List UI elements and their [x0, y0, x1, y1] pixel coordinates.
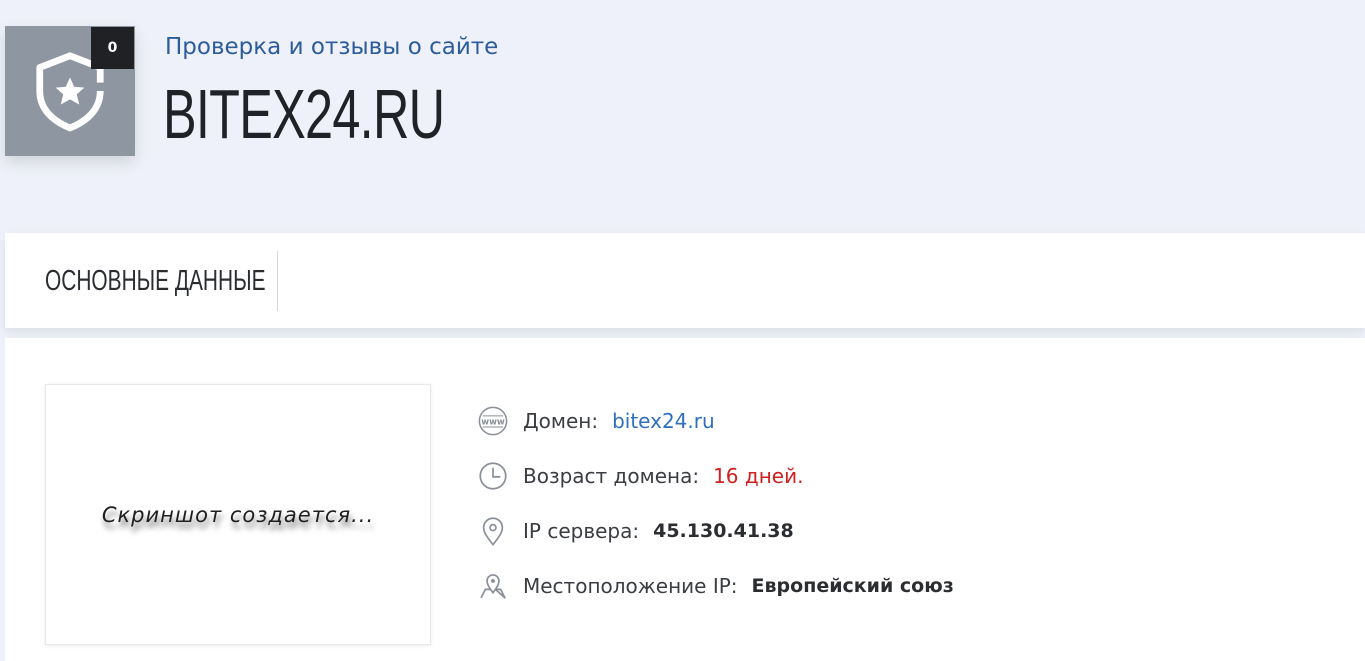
info-row-domain: www Домен: bitex24.ru [475, 393, 954, 448]
server-ip-value: 45.130.41.38 [653, 519, 794, 542]
domain-age-value: 16 дней. [713, 463, 804, 488]
review-counter-badge: 0 [91, 27, 134, 69]
info-row-ip-location: Местоположение IP: Европейский союз [475, 558, 954, 613]
domain-link[interactable]: bitex24.ru [612, 409, 715, 433]
server-ip-label: IP сервера: [523, 518, 640, 543]
main-content: Скриншот создается... www Домен: bitex24… [5, 338, 1365, 661]
www-icon: www [475, 403, 511, 439]
tab-bar: ОСНОВНЫЕ ДАННЫЕ [5, 233, 1365, 328]
clock-icon [475, 458, 511, 494]
tab-main-data[interactable]: ОСНОВНЫЕ ДАННЫЕ [5, 251, 278, 311]
screenshot-placeholder-text: Скриншот создается... [101, 502, 375, 527]
site-screenshot: Скриншот создается... [45, 384, 431, 645]
info-row-server-ip: IP сервера: 45.130.41.38 [475, 503, 954, 558]
info-row-domain-age: Возраст домена: 16 дней. [475, 448, 954, 503]
location-pin-icon [475, 513, 511, 549]
site-info-list: www Домен: bitex24.ru Возраст домена: 16… [475, 393, 954, 613]
ip-location-label: Местоположение IP: [523, 573, 738, 598]
tab-main-data-label: ОСНОВНЫЕ ДАННЫЕ [45, 264, 266, 297]
domain-age-label: Возраст домена: [523, 463, 700, 488]
map-pin-icon [475, 568, 511, 604]
svg-text:www: www [481, 417, 505, 427]
page-header: 0 Проверка и отзывы о сайте BITEX24.RU [0, 0, 1365, 232]
ip-location-value: Европейский союз [751, 574, 954, 597]
page-subtitle: Проверка и отзывы о сайте [165, 34, 499, 60]
page-title: BITEX24.RU [163, 75, 445, 153]
domain-label: Домен: [523, 408, 599, 433]
